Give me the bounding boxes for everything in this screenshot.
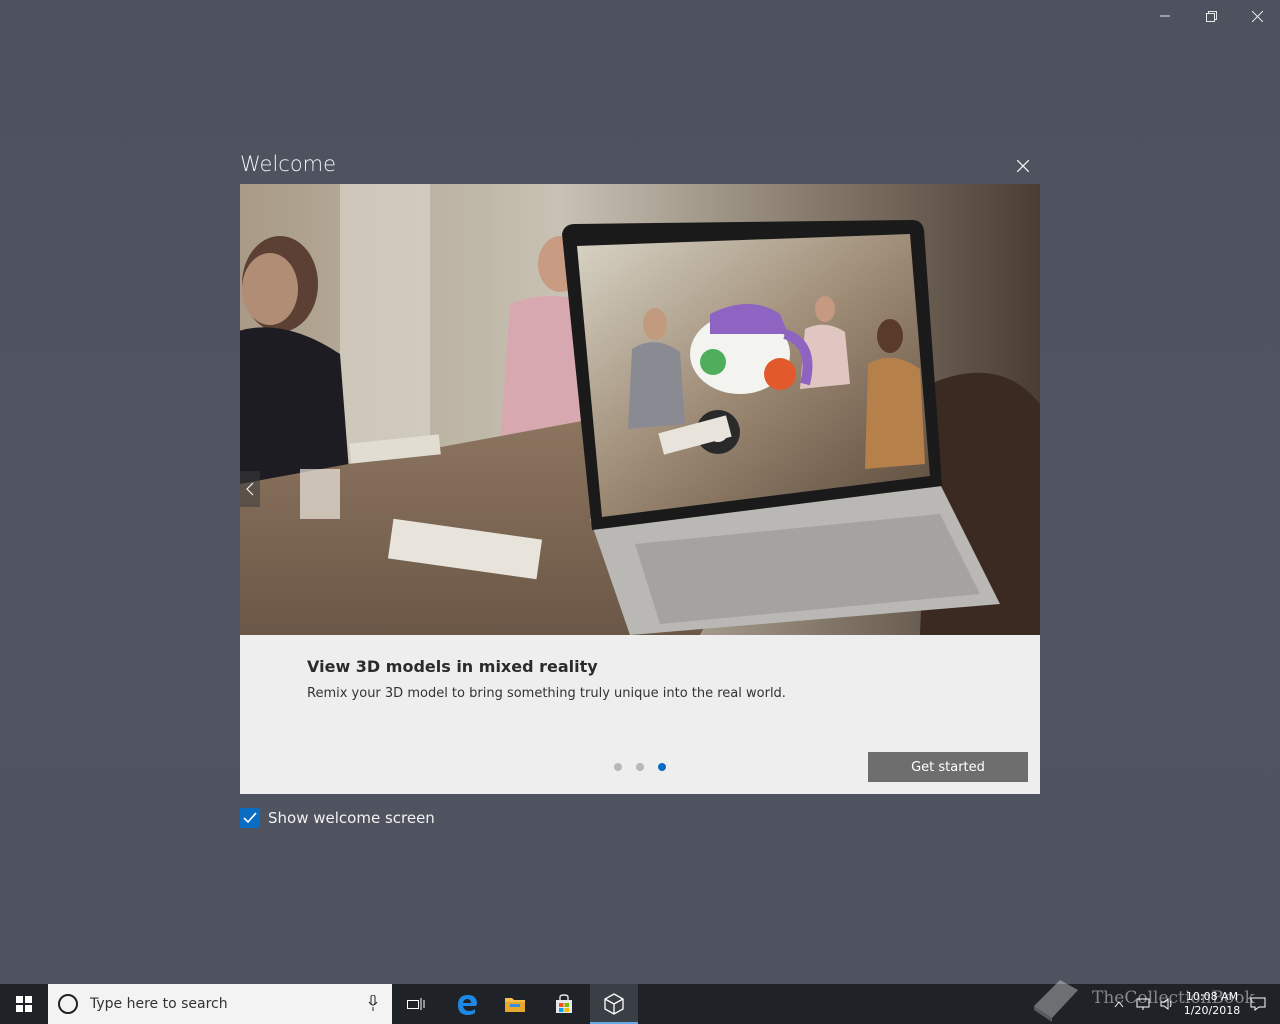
mixed-reality-viewer-button[interactable] (590, 984, 638, 1024)
close-icon (1017, 160, 1029, 172)
slide-hero-image (240, 184, 1040, 635)
file-explorer-icon (505, 998, 525, 1012)
watermark-text: TheCollectionBook (1092, 988, 1255, 1008)
taskbar: Type here to search 10:08 AM 1/20/2018 (0, 984, 1280, 1024)
task-view-button[interactable] (392, 984, 440, 1024)
restore-icon (1205, 10, 1217, 22)
window-controls (1142, 0, 1280, 32)
windows-logo-icon (16, 996, 32, 1012)
task-view-icon (407, 998, 425, 1010)
taskbar-search-box[interactable]: Type here to search (48, 984, 392, 1024)
chevron-left-icon (246, 482, 254, 496)
cortana-icon (58, 994, 78, 1014)
start-button[interactable] (0, 984, 48, 1024)
file-explorer-button[interactable] (491, 984, 539, 1024)
mixed-reality-viewer-icon (604, 993, 624, 1015)
slide-heading: View 3D models in mixed reality (307, 657, 598, 676)
dialog-close-button[interactable] (1010, 153, 1036, 179)
get-started-button[interactable]: Get started (868, 752, 1028, 782)
search-placeholder: Type here to search (90, 996, 228, 1012)
show-welcome-checkbox[interactable] (240, 808, 260, 828)
microphone-icon[interactable] (368, 995, 378, 1011)
slide-indicator (614, 763, 666, 771)
show-welcome-label: Show welcome screen (268, 809, 435, 827)
dialog-title: Welcome (240, 152, 337, 176)
slide-dot-1[interactable] (614, 763, 622, 771)
show-welcome-checkbox-row[interactable]: Show welcome screen (240, 808, 435, 828)
slide-dot-2[interactable] (636, 763, 644, 771)
checkmark-icon (243, 812, 257, 824)
minimize-button[interactable] (1142, 0, 1188, 32)
store-icon (556, 994, 572, 1013)
previous-slide-button[interactable] (240, 471, 260, 507)
slide-dot-3[interactable] (658, 763, 666, 771)
store-button[interactable] (540, 984, 588, 1024)
edge-button[interactable] (443, 984, 491, 1024)
close-icon (1251, 10, 1263, 22)
slide-description: Remix your 3D model to bring something t… (307, 686, 786, 701)
watermark-book-icon (1034, 980, 1078, 1022)
edge-icon (458, 995, 477, 1015)
slide-text-panel: View 3D models in mixed reality Remix yo… (240, 635, 1040, 794)
close-window-button[interactable] (1234, 0, 1280, 32)
minimize-icon (1160, 15, 1170, 17)
restore-button[interactable] (1188, 0, 1234, 32)
